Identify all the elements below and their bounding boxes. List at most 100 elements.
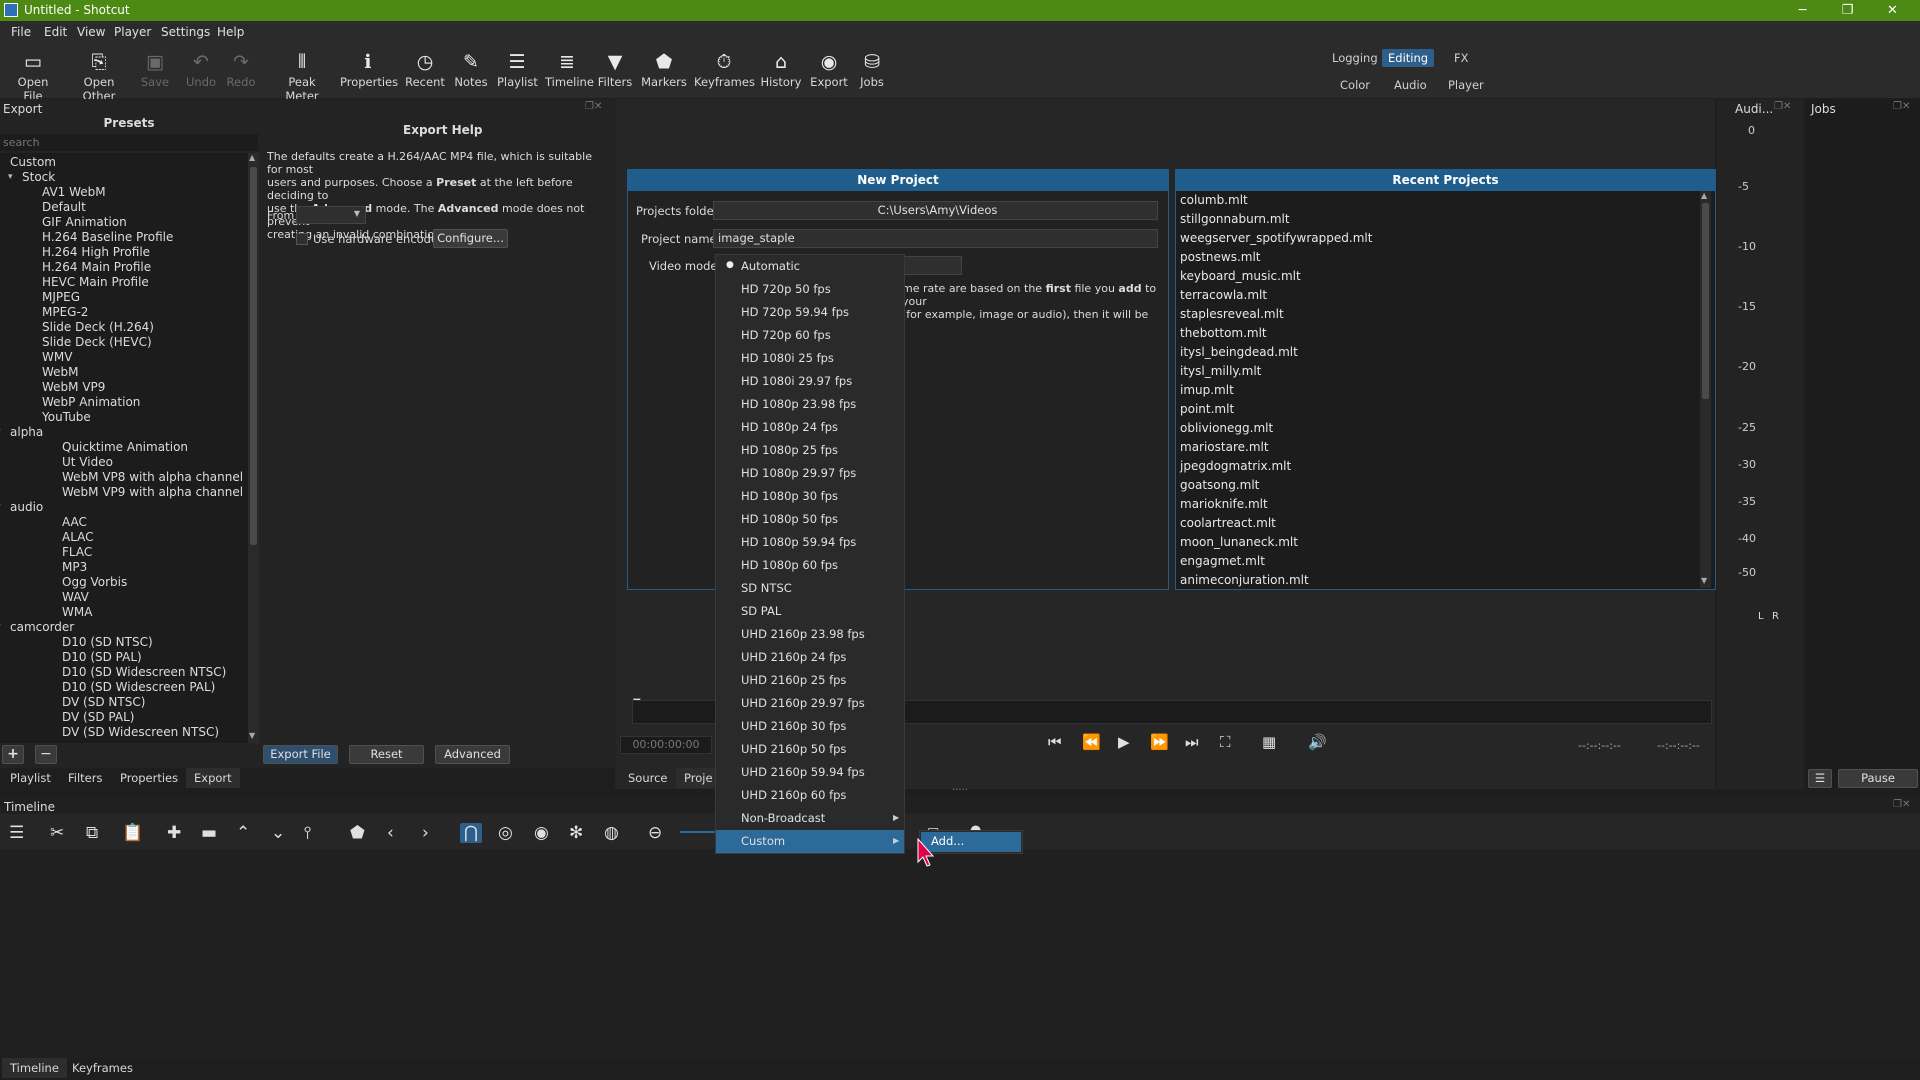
preset-item[interactable]: D10 (SD Widescreen PAL)	[62, 680, 215, 695]
video-mode-option[interactable]: UHD 2160p 29.97 fps	[741, 692, 865, 715]
properties-button[interactable]: ℹ Properties	[340, 49, 398, 95]
expand-arrow-icon[interactable]: ▾	[0, 620, 1, 635]
video-mode-option[interactable]: HD 720p 60 fps	[741, 324, 831, 347]
splitter-handle[interactable]: ·····	[952, 785, 968, 796]
expand-arrow-icon[interactable]: ▾	[0, 425, 1, 440]
preset-item[interactable]: MP3	[62, 560, 87, 575]
video-mode-option[interactable]: HD 1080p 29.97 fps	[741, 462, 856, 485]
recent-project-item[interactable]: thebottom.mlt	[1180, 324, 1267, 343]
video-mode-option[interactable]: UHD 2160p 59.94 fps	[741, 761, 865, 784]
keyframes-button[interactable]: ⏱ Keyframes	[694, 49, 755, 95]
preset-item[interactable]: WMA	[62, 605, 92, 620]
reset-button[interactable]: Reset	[349, 745, 424, 764]
ripple-all-icon[interactable]: ✻	[569, 823, 583, 843]
advanced-button[interactable]: Advanced	[435, 745, 510, 764]
export-button[interactable]: ◉ Export	[809, 49, 849, 95]
grid-icon[interactable]: ▦	[1262, 733, 1276, 751]
timeline-menu-icon[interactable]: ☰	[9, 823, 24, 843]
preset-item[interactable]: WebM VP9 with alpha channel	[62, 485, 243, 500]
video-mode-option[interactable]: HD 1080p 50 fps	[741, 508, 838, 531]
preset-item[interactable]: Custom	[10, 155, 56, 170]
preset-item[interactable]: AV1 WebM	[42, 185, 106, 200]
recent-project-item[interactable]: jpegdogmatrix.mlt	[1180, 457, 1291, 476]
preset-item[interactable]: HEVC Main Profile	[42, 275, 149, 290]
scroll-up-icon[interactable]: ▲	[1701, 191, 1707, 200]
video-mode-option[interactable]: UHD 2160p 50 fps	[741, 738, 846, 761]
preset-item[interactable]: WebM	[42, 365, 79, 380]
recent-project-item[interactable]: keyboard_music.mlt	[1180, 267, 1301, 286]
menu-settings[interactable]: Settings	[161, 25, 210, 39]
video-mode-option[interactable]: HD 1080p 23.98 fps	[741, 393, 856, 416]
preset-item[interactable]: ALAC	[62, 530, 94, 545]
append-icon[interactable]: ✚	[167, 823, 181, 843]
preset-item[interactable]: Quicktime Animation	[62, 440, 188, 455]
marker-icon[interactable]: ⬟	[350, 823, 365, 843]
volume-icon[interactable]: 🔊	[1308, 733, 1327, 751]
snap-icon[interactable]: ⋂	[460, 823, 482, 843]
tab-source[interactable]: Source	[620, 768, 676, 788]
recent-project-item[interactable]: imup.mlt	[1180, 381, 1234, 400]
dock-float-close-icon[interactable]: ❐✕	[1893, 101, 1910, 112]
layout-color[interactable]: Color	[1334, 76, 1376, 94]
recent-project-item[interactable]: goatsong.mlt	[1180, 476, 1259, 495]
preset-item[interactable]: ▾alpha	[0, 425, 43, 440]
undo-button[interactable]: ↶ Undo	[186, 49, 216, 95]
notes-button[interactable]: ✎ Notes	[453, 49, 489, 95]
preset-item[interactable]: Slide Deck (H.264)	[42, 320, 154, 335]
preset-item[interactable]: ▾audio	[0, 500, 43, 515]
preset-item[interactable]: WebM VP9	[42, 380, 105, 395]
open-file-button[interactable]: ▭ Open File	[8, 49, 58, 103]
previous-marker-icon[interactable]: ‹	[387, 823, 394, 843]
menu-help[interactable]: Help	[217, 25, 244, 39]
tab-export[interactable]: Export	[186, 768, 240, 788]
scroll-down-icon[interactable]: ▼	[249, 731, 255, 740]
zoom-fit-icon[interactable]: ⛶	[1220, 733, 1231, 751]
video-mode-option[interactable]: UHD 2160p 23.98 fps	[741, 623, 865, 646]
dock-float-close-icon[interactable]: ❐✕	[585, 101, 602, 112]
preset-item[interactable]: Slide Deck (HEVC)	[42, 335, 152, 350]
recent-project-item[interactable]: marioknife.mlt	[1180, 495, 1268, 514]
video-mode-option[interactable]: Non-Broadcast	[741, 807, 825, 830]
video-mode-option[interactable]: HD 1080p 25 fps	[741, 439, 838, 462]
presets-search-input[interactable]	[0, 134, 258, 151]
recent-project-item[interactable]: postnews.mlt	[1180, 248, 1261, 267]
configure-button[interactable]: Configure...	[433, 229, 508, 248]
overwrite-icon[interactable]: ⌄	[271, 823, 285, 843]
video-mode-option[interactable]: HD 1080p 60 fps	[741, 554, 838, 577]
minimize-button[interactable]: ─	[1780, 0, 1825, 21]
menu-player[interactable]: Player	[114, 25, 151, 39]
video-mode-option[interactable]: HD 1080p 24 fps	[741, 416, 838, 439]
open-other-button[interactable]: ⎘ Open Other	[68, 49, 130, 103]
preset-item[interactable]: H.264 High Profile	[42, 245, 150, 260]
layout-logging[interactable]: Logging	[1326, 49, 1384, 67]
preset-item[interactable]: Default	[42, 200, 86, 215]
menu-file[interactable]: File	[11, 25, 31, 39]
layout-player[interactable]: Player	[1442, 76, 1490, 94]
video-mode-option[interactable]: SD PAL	[741, 600, 781, 623]
preset-item[interactable]: WMV	[42, 350, 72, 365]
tab-playlist[interactable]: Playlist	[2, 768, 59, 788]
video-mode-option[interactable]: HD 1080p 59.94 fps	[741, 531, 856, 554]
layout-fx[interactable]: FX	[1448, 49, 1475, 67]
preset-item[interactable]: D10 (SD PAL)	[62, 650, 142, 665]
tab-properties[interactable]: Properties	[112, 768, 186, 788]
video-mode-option[interactable]: HD 1080i 25 fps	[741, 347, 834, 370]
video-mode-select[interactable]	[900, 256, 962, 275]
recent-project-item[interactable]: animeconjuration.mlt	[1180, 571, 1309, 590]
recent-project-item[interactable]: weegserver_spotifywrapped.mlt	[1180, 229, 1372, 248]
video-mode-option[interactable]: HD 720p 50 fps	[741, 278, 831, 301]
recent-project-item[interactable]: moon_lunaneck.mlt	[1180, 533, 1298, 552]
video-mode-option[interactable]: UHD 2160p 30 fps	[741, 715, 846, 738]
scrub-icon[interactable]: ◎	[498, 823, 513, 843]
recent-project-item[interactable]: columb.mlt	[1180, 191, 1248, 210]
preset-item[interactable]: WebP Animation	[42, 395, 140, 410]
recent-project-item[interactable]: mariostare.mlt	[1180, 438, 1269, 457]
preset-item[interactable]: MJPEG	[42, 290, 80, 305]
recent-project-item[interactable]: itysl_beingdead.mlt	[1180, 343, 1298, 362]
tab-filters[interactable]: Filters	[60, 768, 110, 788]
recent-project-item[interactable]: staplesreveal.mlt	[1180, 305, 1284, 324]
scroll-up-icon[interactable]: ▲	[249, 153, 255, 162]
markers-button[interactable]: ⬟ Markers	[640, 49, 688, 95]
video-mode-option[interactable]: Automatic	[741, 255, 800, 278]
layout-editing[interactable]: Editing	[1382, 49, 1435, 67]
